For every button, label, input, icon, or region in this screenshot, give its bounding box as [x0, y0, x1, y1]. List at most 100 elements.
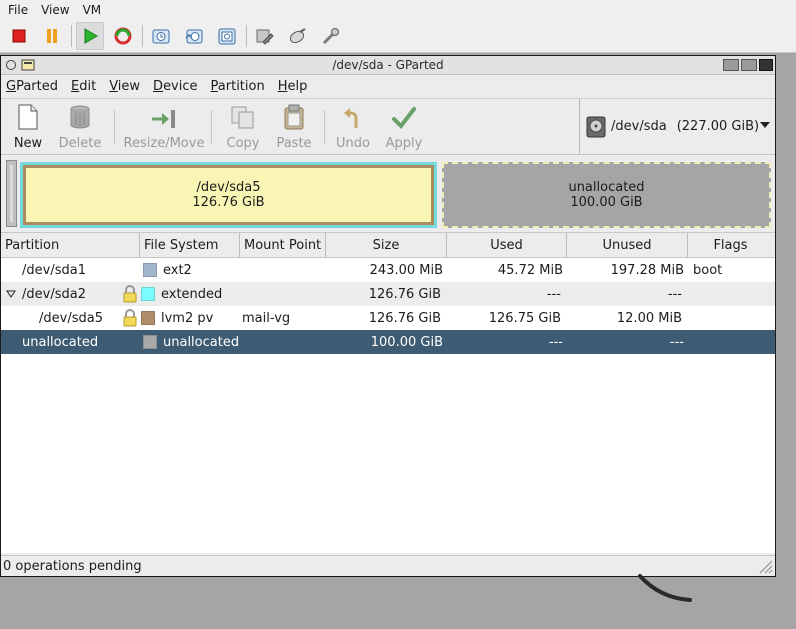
- cell-used: 45.72 MiB: [497, 262, 563, 278]
- new-button[interactable]: New: [6, 99, 50, 155]
- paste-icon: [284, 104, 304, 130]
- visual-partition-name: unallocated: [568, 180, 645, 195]
- maximize-icon[interactable]: [741, 59, 757, 71]
- cell-used: ---: [548, 334, 563, 350]
- lock-icon: [122, 309, 138, 327]
- column-header-flags[interactable]: Flags: [688, 233, 773, 258]
- menu-gparted[interactable]: GParted: [6, 79, 58, 94]
- column-header-partition[interactable]: Partition: [1, 233, 140, 258]
- cell-partition: /dev/sda5: [39, 310, 103, 326]
- device-path: /dev/sda: [611, 119, 667, 134]
- menu-view[interactable]: View: [109, 79, 140, 94]
- close-icon[interactable]: [759, 59, 773, 71]
- host-menubar: File View VM: [0, 0, 796, 20]
- toolbar-separator: [324, 110, 325, 144]
- menu-device[interactable]: Device: [153, 79, 197, 94]
- column-header-size[interactable]: Size: [326, 233, 447, 258]
- device-selector[interactable]: /dev/sda (227.00 GiB): [579, 99, 774, 154]
- cell-flags: [686, 282, 771, 306]
- resize-move-icon: [152, 110, 175, 128]
- apply-button[interactable]: Apply: [375, 99, 433, 155]
- resize-move-button[interactable]: Resize/Move: [121, 99, 207, 155]
- menu-edit[interactable]: Edit: [71, 79, 96, 94]
- settings-icon: [256, 29, 274, 45]
- table-row[interactable]: /dev/sda5 lvm2 pv mail-vg 126.76 GiB 126…: [1, 306, 775, 330]
- devices-button[interactable]: [284, 22, 312, 50]
- table-row[interactable]: /dev/sda2 extended 126.76 GiB --- ---: [1, 282, 775, 306]
- snapshot-manager-icon: [218, 28, 236, 45]
- trash-icon: [70, 105, 90, 129]
- undo-button[interactable]: Undo: [331, 99, 375, 155]
- new-document-icon: [18, 104, 38, 130]
- status-text: 0 operations pending: [3, 558, 142, 574]
- pause-button[interactable]: [38, 22, 66, 50]
- cell-unused: ---: [667, 286, 682, 302]
- host-menu-file[interactable]: File: [8, 3, 28, 17]
- window-title: /dev/sda - GParted: [332, 58, 444, 72]
- filesystem-color-swatch: [141, 287, 155, 301]
- column-header-filesystem[interactable]: File System: [140, 233, 240, 258]
- visual-partition-unallocated[interactable]: unallocated 100.00 GiB: [442, 162, 771, 228]
- gparted-menubar: GParted Edit View Device Partition Help: [1, 75, 775, 99]
- filesystem-label: ext2: [163, 262, 192, 278]
- table-header: Partition File System Mount Point Size U…: [1, 233, 775, 258]
- copy-icon: [231, 106, 254, 129]
- minimize-icon[interactable]: [723, 59, 739, 71]
- gparted-window: /dev/sda - GParted GParted Edit View Dev…: [0, 55, 776, 577]
- window-titlebar[interactable]: /dev/sda - GParted: [1, 56, 775, 75]
- vm-settings-button[interactable]: [251, 22, 279, 50]
- filesystem-label: extended: [161, 286, 223, 302]
- toolbar-separator: [211, 110, 212, 144]
- resize-grip-icon[interactable]: [759, 560, 773, 574]
- play-icon: [84, 28, 98, 44]
- partition-visual-map: /dev/sda5 126.76 GiB unallocated 100.00 …: [1, 155, 775, 233]
- column-header-used[interactable]: Used: [447, 233, 567, 258]
- cell-flags: [688, 330, 773, 354]
- visual-map-handle[interactable]: [6, 160, 17, 227]
- cell-used: ---: [546, 286, 561, 302]
- column-header-unused[interactable]: Unused: [567, 233, 688, 258]
- dropdown-arrow-icon: [760, 122, 770, 128]
- snapshot-icon: [152, 29, 170, 44]
- stop-button[interactable]: [5, 22, 33, 50]
- table-row[interactable]: /dev/sda1 ext2 243.00 MiB 45.72 MiB 197.…: [1, 258, 775, 282]
- paste-button[interactable]: Paste: [268, 99, 320, 155]
- reset-button[interactable]: [109, 22, 137, 50]
- cell-filesystem: unallocated: [140, 330, 240, 354]
- checkmark-icon: [392, 107, 416, 130]
- column-header-mountpoint[interactable]: Mount Point: [240, 233, 326, 258]
- host-menu-view[interactable]: View: [41, 3, 69, 17]
- lock-icon: [122, 285, 138, 303]
- pause-icon: [47, 29, 57, 43]
- cell-partition: unallocated: [22, 334, 99, 350]
- cell-mountpoint: [240, 330, 326, 354]
- tools-button[interactable]: [317, 22, 345, 50]
- visual-partition-name: /dev/sda5: [196, 180, 261, 195]
- play-button[interactable]: [76, 22, 104, 50]
- toolbar-separator: [246, 25, 247, 47]
- expander-triangle-icon[interactable]: [4, 289, 18, 299]
- cell-unused: ---: [669, 334, 684, 350]
- table-row-selected[interactable]: unallocated unallocated 100.00 GiB --- -…: [1, 330, 775, 354]
- visual-partition-sda5[interactable]: /dev/sda5 126.76 GiB: [20, 162, 437, 228]
- delete-button[interactable]: Delete: [50, 99, 110, 155]
- partition-label: /dev/sda2: [22, 286, 86, 302]
- filesystem-color-swatch: [143, 263, 157, 277]
- copy-button[interactable]: Copy: [218, 99, 268, 155]
- partition-table: Partition File System Mount Point Size U…: [1, 233, 775, 553]
- reset-icon: [114, 27, 132, 45]
- visual-partition-size: 100.00 GiB: [570, 195, 643, 210]
- menu-help[interactable]: Help: [278, 79, 308, 94]
- device-size: (227.00 GiB): [676, 119, 760, 134]
- snapshot-button[interactable]: [147, 22, 175, 50]
- filesystem-color-swatch: [143, 335, 157, 349]
- revert-snapshot-button[interactable]: [180, 22, 208, 50]
- cell-size: 126.76 GiB: [368, 286, 441, 302]
- cell-flags: [686, 306, 771, 330]
- cell-size: 100.00 GiB: [370, 334, 443, 350]
- host-menu-vm[interactable]: VM: [83, 3, 102, 17]
- hard-disk-icon: [586, 116, 606, 137]
- menu-partition[interactable]: Partition: [211, 79, 265, 94]
- snapshot-manager-button[interactable]: [213, 22, 241, 50]
- cell-mountpoint: [240, 258, 326, 282]
